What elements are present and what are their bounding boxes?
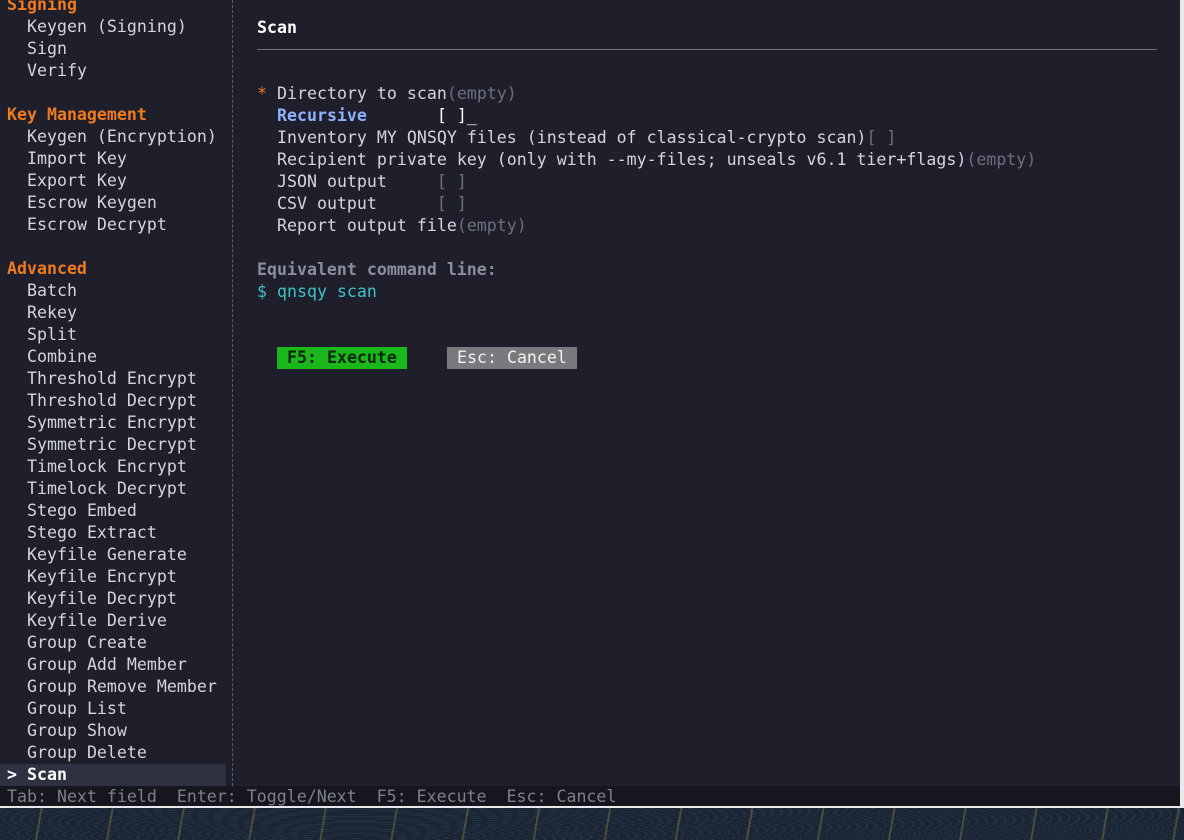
sidebar-item-group-add-member[interactable]: Group Add Member: [0, 654, 226, 676]
status-bar: Tab: Next field Enter: Toggle/Next F5: E…: [0, 786, 1180, 806]
sidebar-item-keyfile-encrypt[interactable]: Keyfile Encrypt: [0, 566, 226, 588]
field-value[interactable]: (empty): [447, 84, 517, 103]
sidebar-item-keygen-signing[interactable]: Keygen (Signing): [0, 16, 226, 38]
sidebar-item-label: Scan: [27, 765, 67, 784]
field-label: Report output file: [277, 216, 457, 235]
text-cursor: _: [466, 106, 477, 125]
window-border: [1180, 0, 1184, 808]
execute-button[interactable]: F5: Execute: [277, 347, 407, 369]
csv-output-checkbox[interactable]: [ ]: [437, 194, 467, 213]
sidebar-item-stego-extract[interactable]: Stego Extract: [0, 522, 226, 544]
sidebar-item-keyfile-generate[interactable]: Keyfile Generate: [0, 544, 226, 566]
field-label: Recursive: [277, 106, 367, 125]
field-label: Directory to scan: [277, 84, 447, 103]
category-key-management: Key Management: [7, 105, 147, 124]
field-label: JSON output: [277, 172, 387, 191]
sidebar-item-scan[interactable]: > Scan: [0, 764, 226, 786]
command-line-preview: $ qnsqy scan: [257, 282, 377, 301]
category-advanced: Advanced: [7, 259, 87, 278]
field-label: Recipient private key (only with --my-fi…: [277, 150, 967, 169]
sidebar-item-import-key[interactable]: Import Key: [0, 148, 226, 170]
sidebar-item-combine[interactable]: Combine: [0, 346, 226, 368]
title-rule: [257, 49, 1157, 50]
category-signing: Signing: [7, 0, 77, 14]
sidebar-item-split[interactable]: Split: [0, 324, 226, 346]
selection-marker: >: [7, 765, 17, 784]
sidebar-item-batch[interactable]: Batch: [0, 280, 226, 302]
cancel-button[interactable]: Esc: Cancel: [447, 347, 577, 369]
sidebar-item-symmetric-decrypt[interactable]: Symmetric Decrypt: [0, 434, 226, 456]
sidebar-item-escrow-decrypt[interactable]: Escrow Decrypt: [0, 214, 226, 236]
main-pane: Scan * Directory to scan(empty) Recursiv…: [257, 0, 1157, 786]
sidebar-item-threshold-decrypt[interactable]: Threshold Decrypt: [0, 390, 226, 412]
field-label: CSV output: [277, 194, 377, 213]
sidebar-item-keyfile-derive[interactable]: Keyfile Derive: [0, 610, 226, 632]
command-line-label: Equivalent command line:: [257, 260, 497, 279]
sidebar-item-group-show[interactable]: Group Show: [0, 720, 226, 742]
field-report-file[interactable]: Report output file(empty): [277, 215, 527, 237]
sidebar-item-symmetric-encrypt[interactable]: Symmetric Encrypt: [0, 412, 226, 434]
sidebar-item-group-remove-member[interactable]: Group Remove Member: [0, 676, 226, 698]
terminal-window: Signing Keygen (Signing) Sign Verify Key…: [0, 0, 1180, 808]
window-border: [0, 806, 1184, 808]
sidebar-item-threshold-encrypt[interactable]: Threshold Encrypt: [0, 368, 226, 390]
sidebar-item-rekey[interactable]: Rekey: [0, 302, 226, 324]
desktop-wallpaper: [0, 808, 1184, 840]
field-csv-output[interactable]: CSV output [ ]: [277, 193, 467, 215]
json-output-checkbox[interactable]: [ ]: [437, 172, 467, 191]
sidebar-item-sign[interactable]: Sign: [0, 38, 226, 60]
sidebar-item-group-list[interactable]: Group List: [0, 698, 226, 720]
field-label: Inventory MY QNSQY files (instead of cla…: [277, 128, 867, 147]
recursive-checkbox[interactable]: [ ]: [437, 106, 467, 125]
field-recursive[interactable]: Recursive [ ]_: [277, 105, 477, 127]
sidebar-item-timelock-encrypt[interactable]: Timelock Encrypt: [0, 456, 226, 478]
required-marker: *: [257, 84, 267, 103]
sidebar-item-stego-embed[interactable]: Stego Embed: [0, 500, 226, 522]
field-recipient-key[interactable]: Recipient private key (only with --my-fi…: [277, 149, 1036, 171]
field-value[interactable]: (empty): [966, 150, 1036, 169]
field-value[interactable]: (empty): [457, 216, 527, 235]
sidebar-item-escrow-keygen[interactable]: Escrow Keygen: [0, 192, 226, 214]
inventory-checkbox[interactable]: [ ]: [866, 128, 896, 147]
sidebar-item-keygen-encryption[interactable]: Keygen (Encryption): [0, 126, 226, 148]
field-directory[interactable]: * Directory to scan(empty): [257, 83, 517, 105]
sidebar-item-verify[interactable]: Verify: [0, 60, 226, 82]
sidebar: Signing Keygen (Signing) Sign Verify Key…: [0, 0, 226, 786]
field-inventory[interactable]: Inventory MY QNSQY files (instead of cla…: [277, 127, 896, 149]
sidebar-item-timelock-decrypt[interactable]: Timelock Decrypt: [0, 478, 226, 500]
page-title: Scan: [257, 18, 297, 37]
sidebar-item-keyfile-decrypt[interactable]: Keyfile Decrypt: [0, 588, 226, 610]
pane-divider: [232, 0, 233, 786]
field-json-output[interactable]: JSON output [ ]: [277, 171, 467, 193]
sidebar-item-export-key[interactable]: Export Key: [0, 170, 226, 192]
sidebar-item-group-delete[interactable]: Group Delete: [0, 742, 226, 764]
sidebar-item-group-create[interactable]: Group Create: [0, 632, 226, 654]
